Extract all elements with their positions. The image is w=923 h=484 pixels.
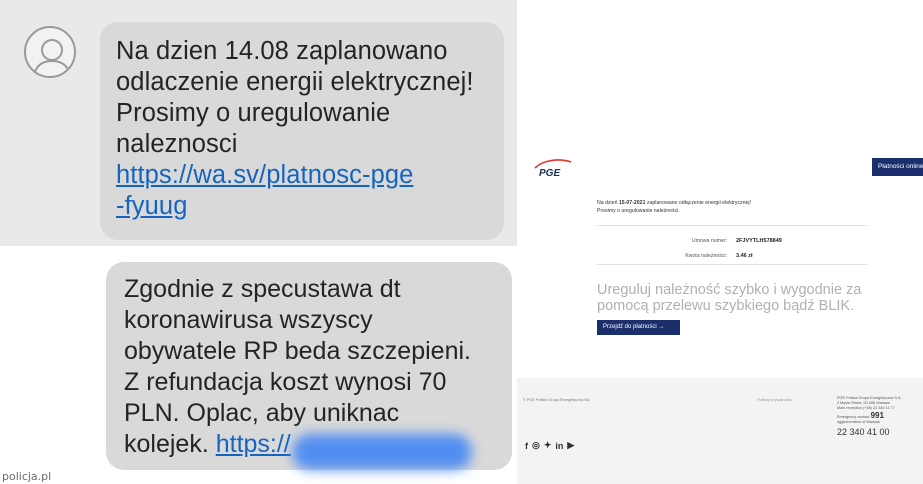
sms-line: obywatele RP beda szczepieni. [124, 337, 471, 365]
sms-line: Prosimy o uregulowanie [116, 99, 391, 127]
youtube-icon[interactable]: ▶ [567, 440, 574, 451]
divider [597, 225, 867, 226]
emergency-label: Emergency contact [837, 415, 870, 419]
privacy-policy-link[interactable]: Polityka prywatności [757, 398, 791, 402]
notice-line-1: Na dzień 15-07-2021 zaplanowano odłączen… [597, 199, 857, 207]
sms-line: Na dzien 14.08 zaplanowano [116, 37, 448, 65]
contract-value: 2FJVYTLH578849 [736, 238, 782, 244]
sms-line: Z refundacja koszt wynosi 70 [124, 368, 447, 396]
emergency-number: 991 [870, 411, 884, 420]
footer-address: PGE Polska Grupa Energetyczna S.A. 2 Mys… [837, 396, 917, 411]
phishing-link-continued[interactable]: -fyuug [116, 191, 496, 222]
divider [597, 264, 867, 265]
sms-message-bubble: Na dzien 14.08 zaplanowano odlaczenie en… [100, 22, 504, 240]
facebook-icon[interactable]: f [525, 441, 528, 451]
disconnection-notice: Na dzień 15-07-2021 zaplanowano odłączen… [597, 199, 857, 215]
social-links: f ◎ ✦ in ▶ [525, 440, 574, 451]
notice-date: 15-07-2021 [618, 200, 646, 206]
instagram-icon[interactable]: ◎ [532, 440, 540, 451]
sms-line: koronawirusa wszyscy [124, 306, 373, 334]
source-watermark: policja.pl [2, 470, 52, 483]
redacted-link-blur [292, 434, 472, 470]
sms-message-text-2: Zgodnie z specustawa dt koronawirusa wsz… [124, 274, 508, 460]
sms-message-text: Na dzien 14.08 zaplanowano odlaczenie en… [116, 36, 496, 222]
contract-label: Umowa numer: [691, 238, 727, 244]
linkedin-icon[interactable]: in [555, 441, 563, 451]
sms-line: odlaczenie energii elektrycznej! [116, 68, 474, 96]
pge-logo[interactable]: PGE [539, 168, 560, 179]
sms-line: naleznosci [116, 130, 238, 158]
amount-value: 3.46 zł [736, 253, 753, 259]
payment-headline: Ureguluj należność szybko i wygodnie za … [597, 282, 862, 314]
notice-prefix: Na dzień [597, 200, 619, 206]
phishing-link[interactable]: https://wa.sv/platnosc-pge [116, 160, 496, 191]
sms-text: kolejek. [124, 430, 216, 458]
emergency-contact: Emergency contact 991 agglomeration of W… [837, 411, 917, 425]
fake-pge-payment-page: PGE Płatności online Na dzień 15-07-2021… [517, 0, 923, 484]
footer-phone: 22 340 41 00 [837, 427, 890, 437]
twitter-icon[interactable]: ✦ [544, 440, 552, 451]
emergency-note: agglomeration of Warsaw [837, 420, 880, 424]
online-payments-button[interactable]: Płatności online [872, 158, 923, 176]
go-to-payment-button[interactable]: Przejdź do płatności → [597, 320, 680, 335]
sms-line: PLN. Oplac, aby uniknac [124, 399, 400, 427]
sms-line: Zgodnie z specustawa dt [124, 275, 401, 303]
page-footer: © PGE Polska Grupa Energetyczna SA Polit… [517, 378, 923, 484]
amount-label: Kwota należności: [685, 253, 727, 259]
notice-line-2: Prosimy o uregulowanie należności. [597, 208, 680, 214]
notice-rest: zaplanowano odłączenie energii elektrycz… [645, 200, 752, 206]
contact-avatar-icon[interactable] [24, 26, 76, 78]
vaccine-phishing-link[interactable]: https:// [216, 430, 291, 458]
footer-company: © PGE Polska Grupa Energetyczna SA [523, 398, 590, 402]
